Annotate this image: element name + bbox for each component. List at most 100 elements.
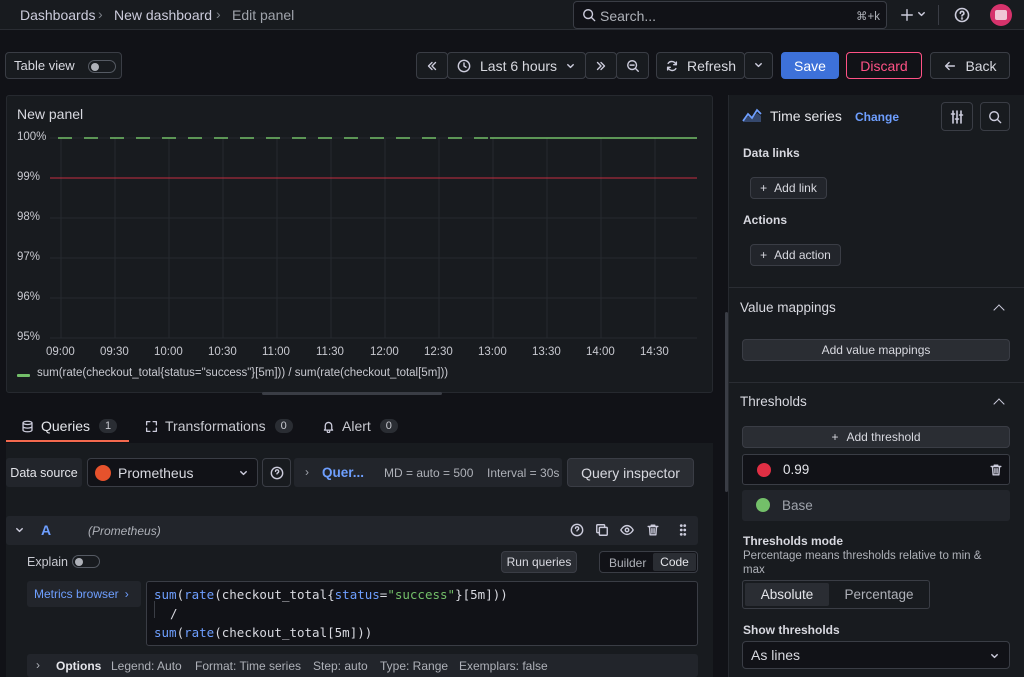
metric-name: checkout_total <box>221 587 328 602</box>
add-link-label: Add link <box>774 181 817 195</box>
query-inspector-button[interactable]: Query inspector <box>567 458 694 487</box>
explain-toggle[interactable] <box>72 555 100 568</box>
query-options-row[interactable]: › Options Legend: Auto Format: Time seri… <box>27 654 698 677</box>
metrics-browser-button[interactable]: Metrics browser › <box>27 581 141 607</box>
y-tick-label: 96% <box>17 291 41 303</box>
sliders-icon <box>950 109 964 124</box>
run-queries-button[interactable]: Run queries <box>501 551 577 573</box>
avatar[interactable] <box>990 4 1012 26</box>
base-color-swatch[interactable] <box>756 498 770 512</box>
x-tick-label: 13:00 <box>478 346 507 358</box>
min-interval: Interval = 30s <box>487 466 560 480</box>
y-tick-label: 97% <box>17 251 41 263</box>
trash-icon[interactable] <box>989 463 1003 477</box>
threshold-base-row: Base <box>742 490 1010 521</box>
label-name: status <box>334 587 380 602</box>
tab-queries[interactable]: Queries 1 <box>21 418 118 434</box>
options-filter-button[interactable] <box>941 102 973 131</box>
chevron-down-icon <box>991 653 998 659</box>
data-source-label: Data source <box>6 458 82 487</box>
add-value-mappings-button[interactable]: Add value mappings <box>742 339 1010 361</box>
threshold-value-input[interactable]: 0.99 <box>783 462 809 477</box>
x-tick-label: 13:30 <box>532 346 561 358</box>
function-name: rate <box>184 587 215 602</box>
query-ref-id[interactable]: A <box>41 522 51 538</box>
percentage-option[interactable]: Percentage <box>831 583 927 606</box>
thresholds-heading[interactable]: Thresholds <box>740 394 807 409</box>
query-source: (Prometheus) <box>88 524 161 538</box>
data-links-heading: Data links <box>743 146 800 160</box>
discard-button[interactable]: Discard <box>846 52 922 79</box>
y-tick-label: 99% <box>17 171 41 183</box>
threshold-color-swatch[interactable] <box>757 463 771 477</box>
promql-editor[interactable]: sum(rate(checkout_total{status="success"… <box>146 581 698 646</box>
tab-alert-count: 0 <box>379 419 398 433</box>
eye-icon[interactable] <box>620 523 634 537</box>
query-line-2: / <box>170 606 178 621</box>
transform-icon <box>145 420 158 432</box>
change-visualization-link[interactable]: Change <box>855 110 899 124</box>
active-tab-indicator <box>6 440 129 442</box>
x-tick-label: 14:30 <box>640 346 669 358</box>
refresh-interval-dropdown[interactable] <box>744 52 773 79</box>
x-tick-label: 10:30 <box>208 346 237 358</box>
visualization-name[interactable]: Time series <box>770 108 842 124</box>
search-shortcut: ⌘+k <box>856 11 880 23</box>
options-search-button[interactable] <box>980 102 1010 131</box>
thresholds-mode-heading: Thresholds mode <box>743 534 844 548</box>
panel-resize-handle[interactable] <box>262 392 442 395</box>
save-button[interactable]: Save <box>781 52 839 79</box>
back-button[interactable]: Back <box>930 52 1010 79</box>
back-label: Back <box>965 57 997 74</box>
add-action-button[interactable]: + Add action <box>750 244 841 266</box>
prometheus-icon <box>95 464 111 481</box>
label-value: "success" <box>387 587 456 602</box>
tab-transformations-count: 0 <box>274 419 293 433</box>
show-thresholds-select[interactable]: As lines <box>742 641 1010 669</box>
query-row-header[interactable]: A (Prometheus) <box>6 516 698 545</box>
query-options-bar[interactable]: › Quer... MD = auto = 500 Interval = 30s <box>294 458 562 487</box>
help-icon <box>270 466 283 479</box>
search-icon <box>989 110 1002 123</box>
legend-series-label[interactable]: sum(rate(checkout_total{status="success"… <box>37 367 448 379</box>
add-link-button[interactable]: + Add link <box>750 177 827 199</box>
builder-mode-button[interactable]: Builder <box>609 556 646 570</box>
add-action-label: Add action <box>774 248 831 262</box>
chevron-right-icon: › <box>305 465 309 479</box>
duplicate-icon[interactable] <box>595 523 609 537</box>
option-format: Format: Time series <box>195 659 302 673</box>
query-line-3: sum(rate(checkout_total[5m])) <box>154 625 373 640</box>
help-icon[interactable] <box>954 7 970 23</box>
bell-icon <box>323 421 334 433</box>
legend-color-swatch <box>17 374 30 377</box>
time-series-viz-icon <box>742 108 762 122</box>
drag-handle-icon[interactable] <box>676 523 690 537</box>
x-tick-label: 12:00 <box>370 346 399 358</box>
code-mode-button[interactable]: Code <box>653 553 696 571</box>
thresholds-mode-radio-group: Absolute Percentage <box>742 580 930 609</box>
function-name: sum <box>154 587 177 602</box>
chevron-down-icon[interactable] <box>15 526 24 535</box>
threshold-row[interactable]: 0.99 <box>742 454 1010 485</box>
tab-alert[interactable]: Alert 0 <box>322 418 398 434</box>
tab-transformations-label: Transformations <box>165 418 266 434</box>
value-mappings-heading[interactable]: Value mappings <box>740 300 836 315</box>
data-source-help-button[interactable] <box>262 458 291 487</box>
data-source-picker[interactable]: Prometheus <box>87 458 258 487</box>
tab-transformations[interactable]: Transformations 0 <box>145 418 293 434</box>
help-icon[interactable] <box>570 523 584 537</box>
range-vector: 5m <box>470 587 486 602</box>
chevron-down-icon[interactable] <box>917 10 926 19</box>
plus-icon[interactable] <box>900 8 914 22</box>
add-threshold-button[interactable]: + Add threshold <box>742 426 1010 448</box>
option-type: Type: Range <box>380 659 449 673</box>
chevron-down-icon <box>240 470 247 476</box>
actions-heading: Actions <box>743 213 788 227</box>
absolute-option[interactable]: Absolute <box>745 583 829 606</box>
x-tick-label: 11:00 <box>262 346 290 358</box>
show-thresholds-value: As lines <box>751 647 801 663</box>
arrow-left-icon <box>945 61 956 70</box>
x-tick-label: 09:00 <box>46 346 75 358</box>
plus-icon: + <box>760 181 768 195</box>
trash-icon[interactable] <box>646 523 660 537</box>
